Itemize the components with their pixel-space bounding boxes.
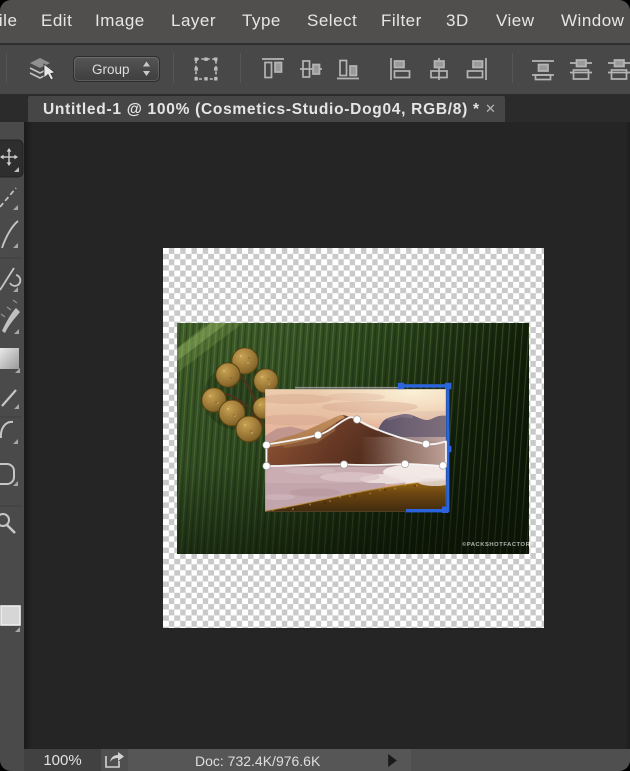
svg-text:Group: Group [92,62,130,77]
